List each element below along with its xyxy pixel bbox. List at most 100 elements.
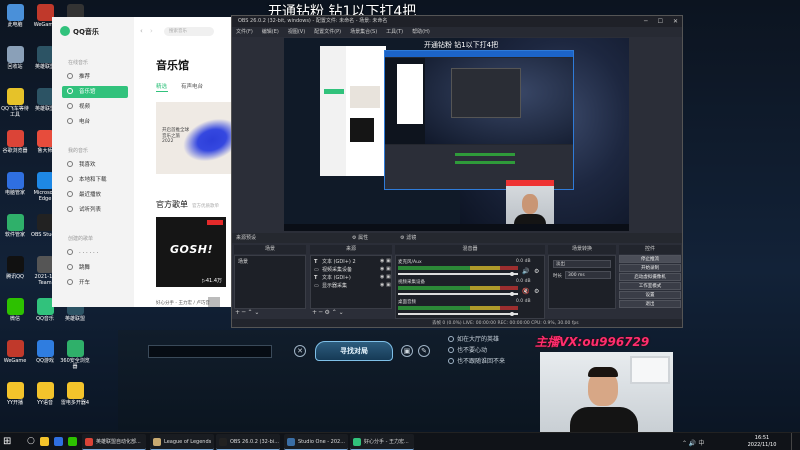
menu-view[interactable]: 视图(V) [288,29,305,35]
desktop-shortcut[interactable]: 此电脑 [0,4,30,29]
qq-nav-item[interactable]: 推荐 [62,71,128,83]
source-list-buttons[interactable]: + ─ ⚙ ⌃ ⌄ [312,309,344,316]
file-explorer-icon[interactable] [40,437,49,446]
game-option-1[interactable]: 如在大厅的英雄 [448,334,499,343]
desktop-shortcut[interactable]: QQ游戏 [30,340,60,365]
qq-nav-item[interactable]: 电台 [62,116,128,128]
qq-nav-item[interactable]: · · · · · · [62,247,128,259]
properties-button[interactable]: ⚙ 属性 [352,235,384,241]
menu-scene-collection[interactable]: 场景集合(S) [350,29,377,35]
filters-button[interactable]: ⚙ 滤镜 [400,235,432,241]
edit-icon[interactable]: ✎ [418,345,430,357]
show-desktop-button[interactable] [791,433,800,450]
heart-icon [67,161,73,167]
emote-icon[interactable]: ▣ [401,345,413,357]
taskbar-app-button[interactable]: 英雄联盟自动化部... [82,434,146,450]
obs-preview[interactable]: 开通钻粉 钻1以下打4把 [284,38,629,231]
qq-nav-item[interactable]: 跳舞 [62,262,128,274]
stop-streaming-button[interactable]: 停止推流 [619,255,681,263]
source-item[interactable]: ▭ 视频采集设备 ◉ ▣ [314,266,391,273]
scene-list-buttons[interactable]: + ─ ⌃ ⌄ [235,309,259,316]
volume-slider[interactable] [398,293,518,295]
volume-slider[interactable] [398,273,518,275]
eye-icon[interactable]: ◉ ▣ [380,282,391,288]
forward-arrow-icon[interactable]: › [150,27,153,35]
volume-knob[interactable] [510,312,514,316]
windows-start-icon[interactable]: ⊞ [3,437,11,447]
eye-icon[interactable]: ◉ ▣ [380,266,391,272]
desktop-shortcut[interactable]: 软件管家 [0,214,30,239]
back-arrow-icon[interactable]: ‹ [140,27,143,35]
find-match-button[interactable]: 寻找对局 [315,341,393,361]
game-option-2[interactable]: 也不要心动 [448,345,487,354]
source-item[interactable]: ▭ 显示器采集 ◉ ▣ [314,282,391,289]
desktop-shortcut[interactable]: 谷歌浏览器 [0,130,30,155]
edge-icon[interactable] [54,437,63,446]
playlist-cover[interactable]: GOSH! ▷41.4万 [156,217,226,287]
taskbar-app-button[interactable]: 好心分手 - 王力宏... [350,434,414,450]
qq-nav-item[interactable]: 试听列表 [62,204,128,216]
settings-button[interactable]: 设置 [619,291,681,299]
transition-select[interactable]: 淡出 [553,260,611,268]
speaker-icon[interactable]: 🔊 [522,268,529,275]
volume-slider[interactable] [398,313,518,315]
volume-knob[interactable] [510,272,514,276]
minimize-icon[interactable]: ─ [644,18,648,25]
qq-nav-item[interactable]: 视频 [62,101,128,113]
desktop-shortcut[interactable]: 360安全浏览器 [60,340,90,371]
desktop-shortcut[interactable]: QQ飞车等待工具 [0,88,30,119]
close-icon[interactable]: ✕ [294,345,306,357]
qq-nav-item[interactable]: 最近播放 [62,189,128,201]
desktop-shortcut[interactable]: 腾讯QQ [0,256,30,281]
desktop-shortcut[interactable]: WeGame [0,340,30,365]
start-recording-button[interactable]: 开始录制 [619,264,681,272]
clock[interactable]: 16:51 2022/11/10 [744,435,780,448]
menu-edit[interactable]: 编辑(E) [262,29,279,35]
desktop-shortcut[interactable]: 微信 [0,298,30,323]
desktop-shortcut[interactable]: YY语音 [30,382,60,407]
studio-mode-button[interactable]: 工作室模式 [619,282,681,290]
desktop-shortcut[interactable]: 回收站 [0,46,30,71]
qq-nav-item[interactable]: 我喜欢 [62,159,128,171]
desktop-shortcut[interactable]: 雷电多开器4 [60,382,90,407]
wechat-icon[interactable] [68,437,77,446]
qq-nav-item[interactable]: 开车 [62,277,128,289]
radio-icon [448,347,454,353]
exit-button[interactable]: 退出 [619,300,681,308]
game-option-3[interactable]: 也不跟随谁回不来 [448,356,505,365]
menu-file[interactable]: 文件(F) [236,29,253,35]
qq-search-input[interactable]: 搜索音乐 [164,27,214,36]
gear-icon[interactable]: ⚙ [534,268,539,275]
tab-featured[interactable]: 精选 [156,84,167,90]
qq-nav-item[interactable]: 音乐馆 [62,86,128,98]
desktop-shortcut[interactable]: YY开播 [0,382,30,407]
desktop-shortcut[interactable]: 电脑管家 [0,172,30,197]
duration-input[interactable]: 300 ms [565,271,611,279]
scenes-panel-title: 场景 [234,245,306,254]
eye-icon[interactable]: ◉ ▣ [380,274,391,280]
taskbar-app-button[interactable]: OBS 26.0.2 (32-bi... [216,434,280,450]
qq-banner[interactable]: 开启首推全球音乐之旅 2022 [156,102,234,174]
taskbar-app-button[interactable]: Studio One - 202... [284,434,348,450]
start-virtual-camera-button[interactable]: 启动虚拟摄像机 [619,273,681,281]
system-tray[interactable]: ⌃ 🔊 中 [682,438,704,447]
muted-speaker-icon[interactable]: 🔇 [522,288,529,295]
scene-item[interactable]: 场景 [238,258,248,265]
qq-nav-item[interactable]: 本地和下载 [62,174,128,186]
taskbar-app-button[interactable]: League of Legends [150,434,214,450]
source-item[interactable]: T 文本 (GDI+) 2 ◉ ▣ [314,258,391,265]
obs-menubar: 文件(F) 编辑(E) 视图(V) 配置文件(P) 场景集合(S) 工具(T) 帮助(H) [232,27,682,37]
eye-icon[interactable]: ◉ ▣ [380,258,391,264]
mixer-channel-db: 0.0 dB [516,279,531,284]
menu-tools[interactable]: 工具(T) [386,29,403,35]
menu-profile[interactable]: 配置文件(P) [314,29,341,35]
gear-icon[interactable]: ⚙ [534,288,539,295]
source-item[interactable]: T 文本 (GDI+) ◉ ▣ [314,274,391,281]
tab-audio-radio[interactable]: 有声电台 [181,84,203,90]
maximize-icon[interactable]: ☐ [658,18,663,25]
menu-help[interactable]: 帮助(H) [412,29,430,35]
close-icon[interactable]: ✕ [673,18,678,25]
search-icon[interactable]: ○ [27,436,35,446]
volume-knob[interactable] [510,292,514,296]
game-chat-input[interactable] [148,345,272,358]
